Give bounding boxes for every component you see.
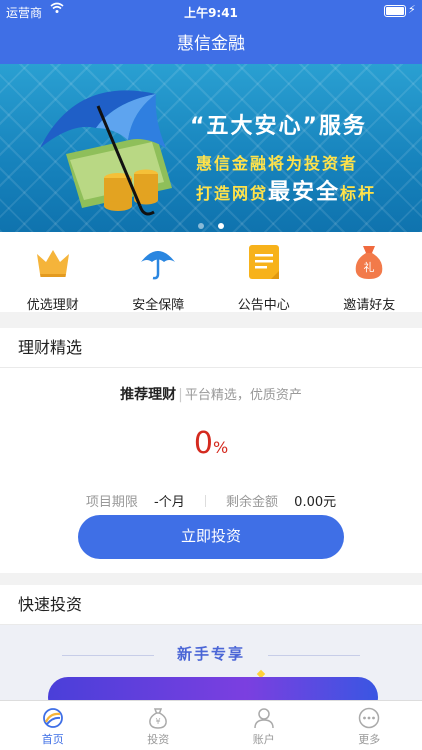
tab-label: 账户 bbox=[252, 733, 275, 746]
banner-line-2: 打造网贷最安全标杆 bbox=[196, 174, 376, 206]
home-icon bbox=[42, 708, 63, 728]
banner-dot-active[interactable] bbox=[217, 223, 224, 229]
tab-home[interactable]: 首页 bbox=[0, 701, 106, 750]
account-icon bbox=[254, 708, 274, 729]
banner-line-2-highlight: 最安全 bbox=[268, 180, 341, 205]
menu-label: 邀请好友 bbox=[343, 298, 396, 313]
more-icon bbox=[359, 707, 380, 729]
banner-line-2-suffix: 标杆 bbox=[340, 184, 377, 203]
menu-item-notices[interactable]: 公告中心 bbox=[211, 232, 317, 313]
rate-value: 0 bbox=[193, 426, 213, 461]
gift-bag-icon: 礼 bbox=[355, 246, 383, 279]
menu-item-invite[interactable]: 礼 邀请好友 bbox=[317, 232, 422, 313]
menu-label: 公告中心 bbox=[237, 298, 290, 313]
term-label: 项目期限 bbox=[85, 495, 138, 510]
page-title: 惠信金融 bbox=[177, 34, 245, 54]
tab-more[interactable]: 更多 bbox=[317, 701, 422, 750]
notice-icon bbox=[248, 245, 279, 279]
section-title: 理财精选 bbox=[0, 328, 422, 368]
quick-invest-card: 快速投资 新手专享 bbox=[0, 585, 422, 700]
invest-now-button[interactable]: 立即投资 bbox=[78, 515, 344, 559]
subtitle-separator: | bbox=[178, 387, 183, 403]
promo-banner[interactable]: “五大安心”服务 惠信金融将为投资者 打造网贷最安全标杆 bbox=[0, 64, 422, 232]
menu-label: 安全保障 bbox=[132, 298, 185, 313]
tab-bar: 首页 ¥ 投资 账户 更多 bbox=[0, 700, 422, 750]
svg-text:礼: 礼 bbox=[364, 260, 375, 274]
svg-text:¥: ¥ bbox=[156, 717, 161, 726]
remaining-label: 剩余金额 bbox=[226, 495, 279, 510]
term-value: -个月 bbox=[154, 495, 185, 510]
invest-bag-icon: ¥ bbox=[149, 708, 168, 729]
crown-icon bbox=[36, 250, 69, 277]
umbrella-icon bbox=[141, 251, 176, 280]
nav-bar: 惠信金融 bbox=[0, 24, 422, 64]
menu-item-security[interactable]: 安全保障 bbox=[106, 232, 212, 313]
umbrella-coins-illustration bbox=[40, 90, 172, 216]
recommend-subtitle: 推荐理财 | 平台精选，优质资产 bbox=[0, 384, 422, 404]
tab-invest[interactable]: ¥ 投资 bbox=[106, 701, 212, 750]
recommend-desc: 平台精选，优质资产 bbox=[184, 388, 302, 403]
recommend-label: 推荐理财 bbox=[120, 387, 177, 403]
banner-line-1: 惠信金融将为投资者 bbox=[196, 154, 359, 173]
banner-pagination bbox=[0, 214, 422, 232]
status-bar: 运营商 上午9:41 ⚡ bbox=[0, 0, 422, 24]
newbie-graphic bbox=[48, 677, 378, 700]
menu-label: 优选理财 bbox=[26, 298, 79, 313]
meta-divider bbox=[204, 495, 206, 507]
tab-label: 首页 bbox=[41, 733, 64, 746]
tab-account[interactable]: 账户 bbox=[211, 701, 317, 750]
quick-menu: 优选理财 安全保障 公告中心 礼 邀请好友 bbox=[0, 232, 422, 313]
battery-icon: ⚡ bbox=[384, 3, 416, 18]
product-meta: 项目期限 -个月 剩余金额 0.00元 bbox=[0, 491, 422, 510]
banner-title: “五大安心”服务 bbox=[190, 114, 367, 139]
rate-unit: % bbox=[212, 438, 229, 457]
tab-label: 投资 bbox=[147, 733, 170, 746]
annual-rate: 0% bbox=[0, 426, 422, 461]
finance-selection-card: 理财精选 推荐理财 | 平台精选，优质资产 0% 项目期限 -个月 剩余金额 0.0… bbox=[0, 328, 422, 573]
menu-item-featured-finance[interactable]: 优选理财 bbox=[0, 232, 106, 313]
newbie-banner[interactable]: 新手专享 bbox=[0, 625, 422, 700]
status-time: 上午9:41 bbox=[184, 6, 238, 20]
banner-dot[interactable] bbox=[198, 223, 205, 229]
remaining-value: 0.00元 bbox=[294, 495, 337, 510]
banner-line-2-prefix: 打造网贷 bbox=[196, 184, 269, 203]
section-title: 快速投资 bbox=[0, 585, 422, 625]
newbie-title: 新手专享 bbox=[176, 645, 245, 663]
tab-label: 更多 bbox=[358, 733, 381, 746]
